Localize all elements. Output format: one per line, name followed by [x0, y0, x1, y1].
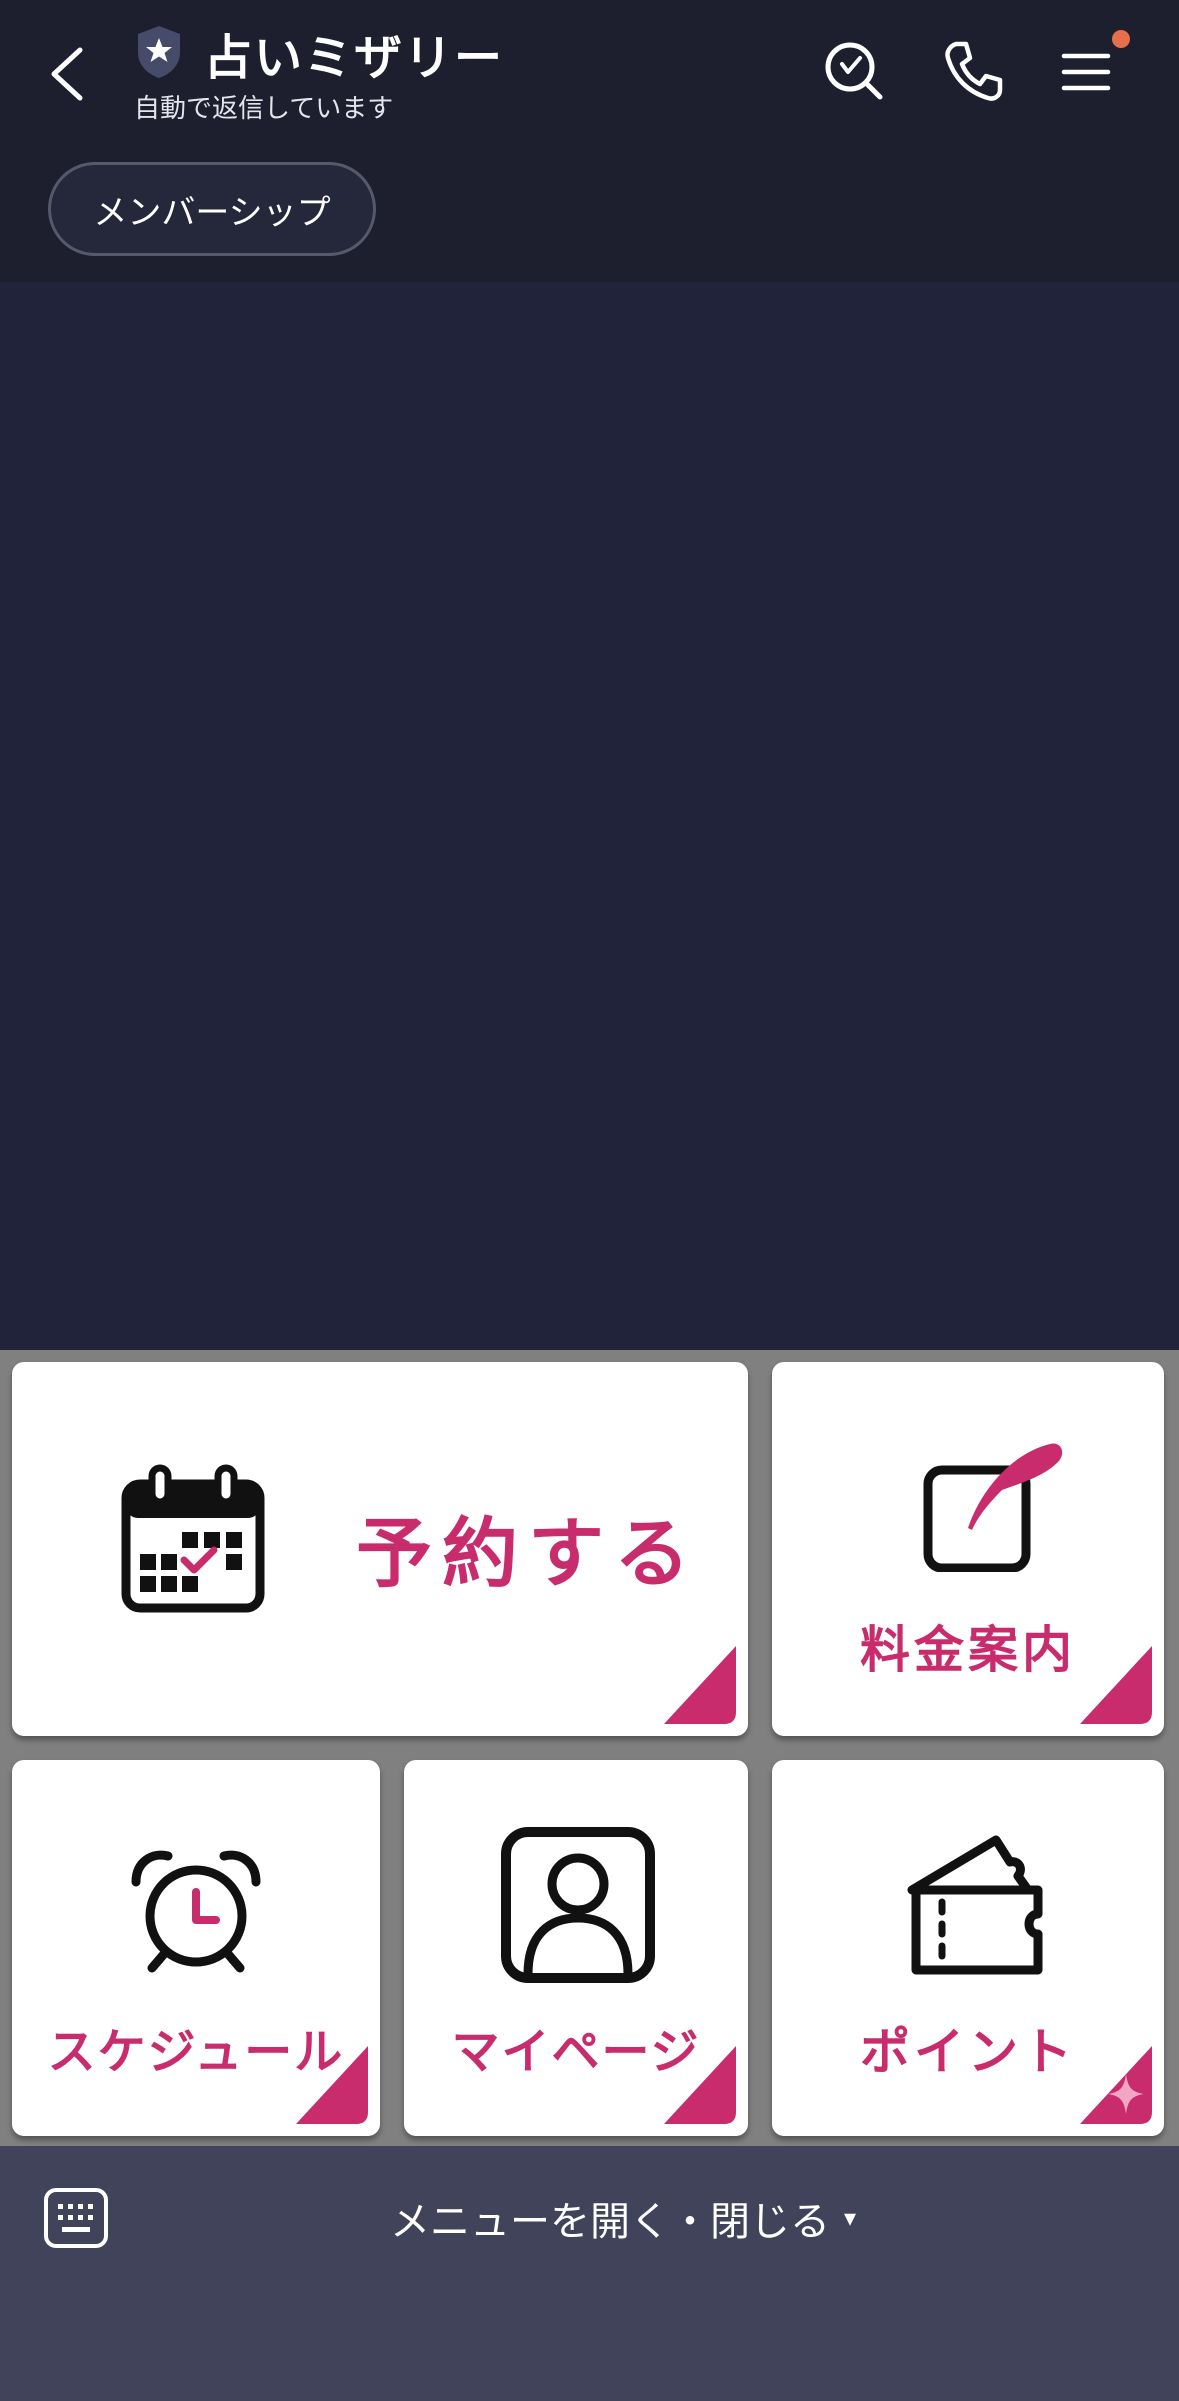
tile-label: 予約する	[356, 1509, 700, 1598]
pen-note-icon	[923, 1443, 1063, 1572]
menu-toggle-label: メニューを開く・閉じる	[390, 2199, 830, 2245]
corner-triangle-decoration	[1080, 1646, 1152, 1724]
shield-star-icon	[134, 24, 184, 80]
bottom-bar: メニューを開く・閉じる ▾	[0, 2146, 1179, 2401]
caret-down-icon: ▾	[844, 2204, 857, 2232]
page-title: 占いミザリー	[204, 30, 505, 86]
corner-triangle-decoration	[664, 1646, 736, 1724]
chevron-left-icon	[51, 47, 83, 101]
calendar-icon	[121, 1464, 265, 1613]
membership-chip[interactable]: メンバーシップ	[48, 162, 376, 256]
phone-icon	[945, 41, 1003, 101]
rich-menu: 予約する 料金案内 スケジュール マイページ ポイント	[0, 1350, 1179, 2146]
call-button[interactable]	[936, 36, 1008, 108]
corner-triangle-decoration	[296, 2046, 368, 2124]
pricing-tile[interactable]: 料金案内	[772, 1362, 1164, 1736]
chat-message-area	[0, 282, 1179, 1350]
points-tile[interactable]: ポイント	[772, 1760, 1164, 2136]
notification-dot	[1112, 30, 1130, 48]
search-icon	[825, 42, 883, 100]
corner-triangle-decoration	[1080, 2046, 1152, 2124]
ticket-icon	[907, 1835, 1043, 1975]
keyboard-toggle-button[interactable]	[42, 2184, 110, 2252]
menu-button[interactable]	[1050, 36, 1122, 108]
keyboard-icon	[44, 2188, 108, 2248]
schedule-tile[interactable]: スケジュール	[12, 1760, 380, 2136]
hamburger-icon	[1061, 53, 1111, 91]
chat-header: 占いミザリー 自動で返信しています メンバーシップ	[0, 0, 1179, 282]
back-button[interactable]	[38, 40, 98, 104]
corner-triangle-decoration	[664, 2046, 736, 2124]
search-button[interactable]	[818, 36, 890, 108]
reserve-tile[interactable]: 予約する	[12, 1362, 748, 1736]
mypage-tile[interactable]: マイページ	[404, 1760, 748, 2136]
user-profile-icon	[501, 1827, 655, 1983]
menu-open-close-toggle[interactable]: メニューを開く・閉じる ▾	[390, 2188, 856, 2248]
auto-reply-status: 自動で返信しています	[134, 94, 394, 124]
alarm-clock-icon	[131, 1850, 261, 1973]
